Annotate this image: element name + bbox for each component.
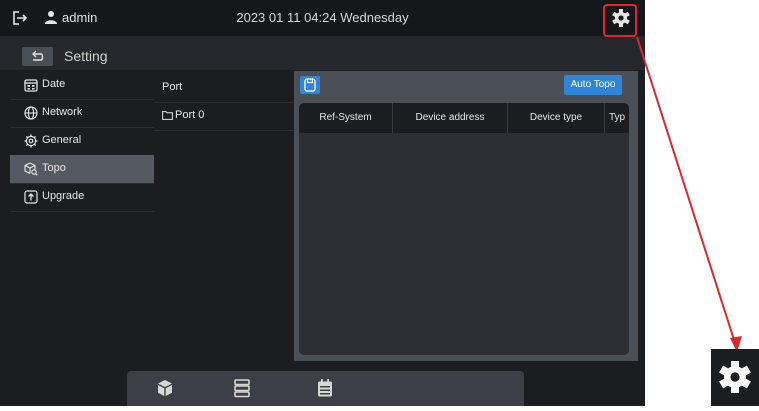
zoomed-gear-callout <box>711 349 759 406</box>
gear-icon <box>719 361 751 393</box>
callout-arrow <box>636 36 742 352</box>
